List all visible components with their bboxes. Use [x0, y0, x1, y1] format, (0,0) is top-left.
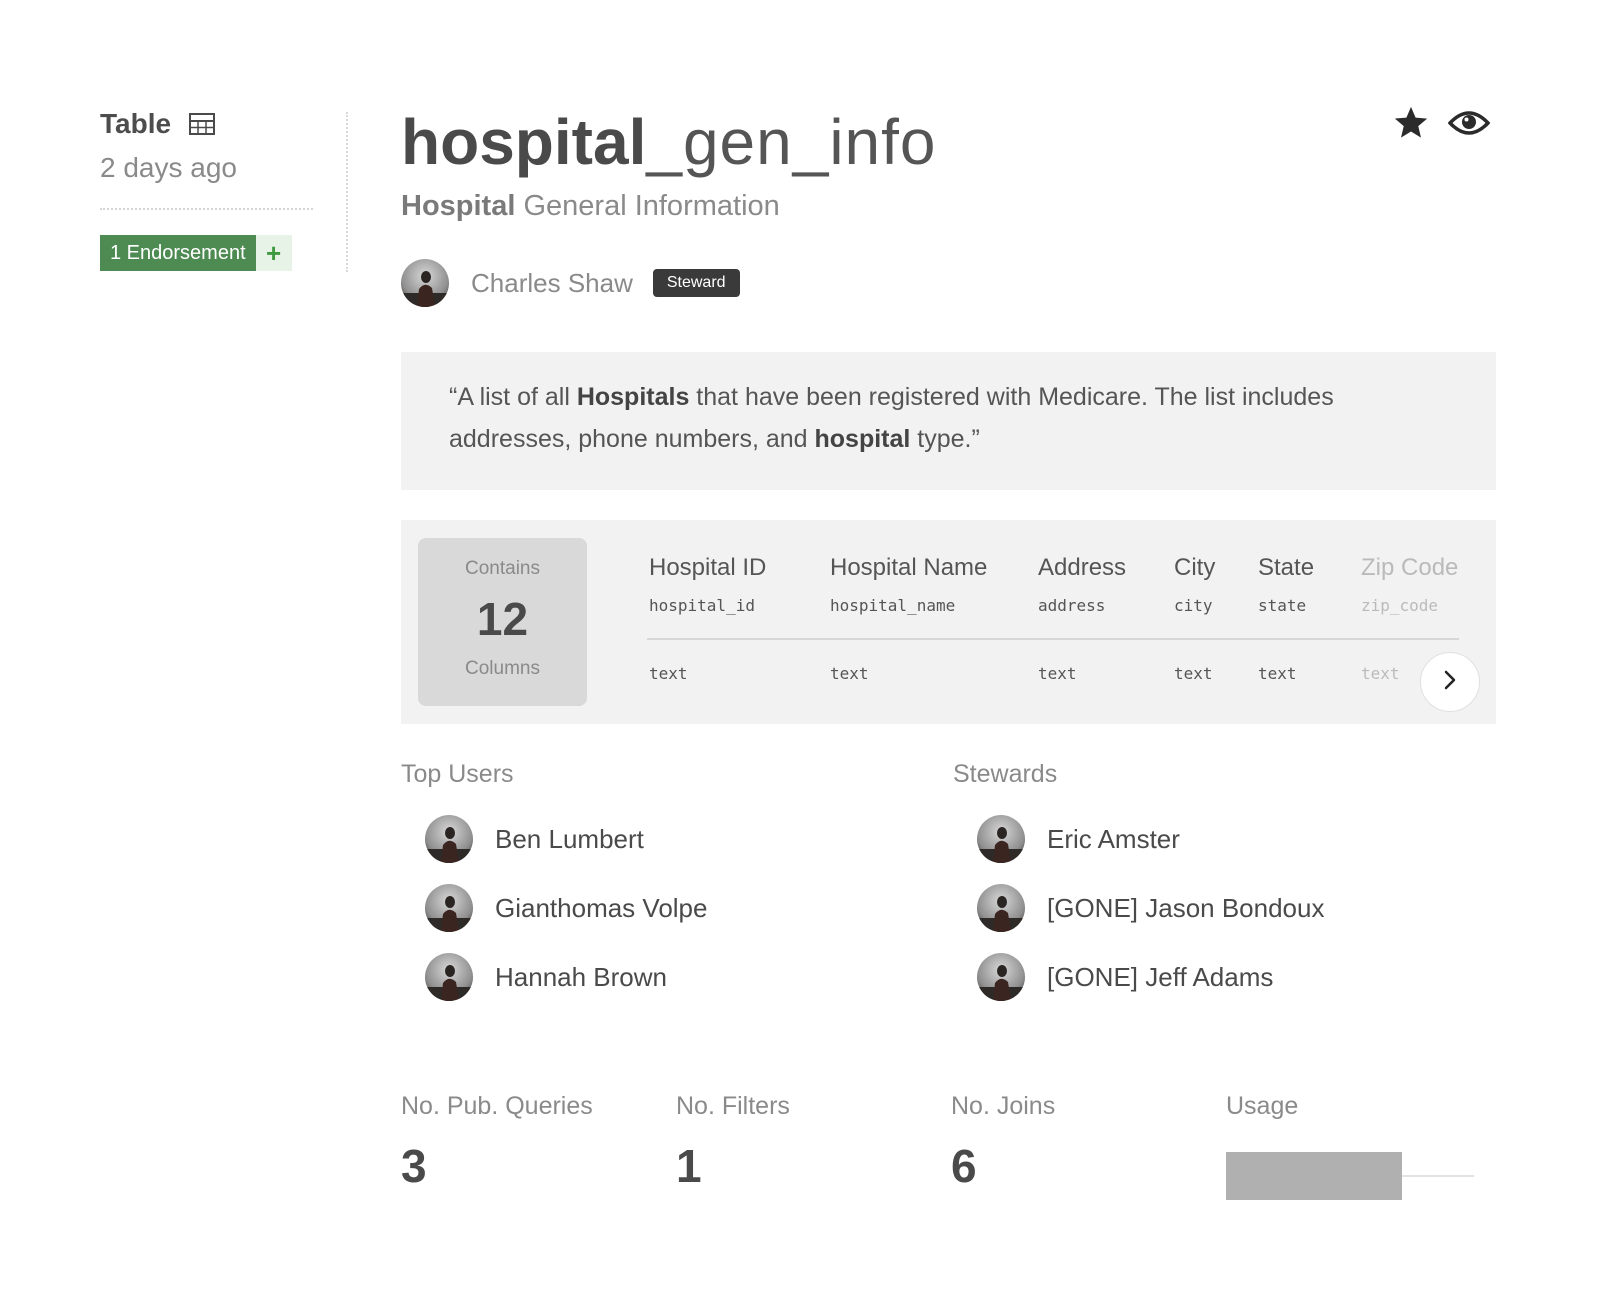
- column-type: text: [1038, 664, 1077, 683]
- stat-joins: No. Joins 6: [951, 1092, 1055, 1193]
- avatar[interactable]: [401, 259, 449, 307]
- column-city[interactable]: City city: [1174, 554, 1215, 615]
- top-users-title: Top Users: [401, 760, 514, 788]
- columns-panel: Contains 12 Columns Hospital ID hospital…: [401, 520, 1496, 724]
- column-name: Zip Code: [1361, 554, 1459, 581]
- stat-label: Usage: [1226, 1092, 1299, 1120]
- count-top-label: Contains: [465, 558, 540, 579]
- column-name: Address: [1038, 554, 1127, 581]
- column-zip-code[interactable]: Zip Code zip_code: [1361, 554, 1458, 615]
- column-address[interactable]: Address address: [1038, 554, 1126, 615]
- person-name: [GONE] Jason Bondoux: [1047, 892, 1325, 923]
- title-rest: _gen_info: [646, 106, 937, 178]
- list-item[interactable]: [GONE] Jason Bondoux: [977, 884, 1324, 932]
- avatar: [425, 953, 473, 1001]
- column-name: Hospital ID: [649, 554, 767, 581]
- column-hospital-name[interactable]: Hospital Name hospital_name: [830, 554, 987, 615]
- page-subtitle: Hospital General Information: [401, 190, 780, 223]
- asset-type-label: Table: [100, 108, 172, 139]
- column-type: text: [1361, 664, 1400, 683]
- steward-badge: Steward: [652, 269, 740, 297]
- avatar: [425, 884, 473, 932]
- subtitle-rest: General Information: [515, 190, 780, 222]
- stewards-section: Stewards Eric Amster [GONE] Jason Bondou…: [953, 760, 1324, 1001]
- sidebar-divider: [100, 208, 313, 210]
- column-separator: [647, 638, 1459, 640]
- avatar: [977, 953, 1025, 1001]
- column-count-card[interactable]: Contains 12 Columns: [418, 538, 587, 706]
- column-field: hospital_id: [649, 596, 755, 615]
- person-name: Eric Amster: [1047, 823, 1180, 854]
- subtitle-strong: Hospital: [401, 190, 516, 222]
- column-field: hospital_name: [830, 596, 956, 615]
- list-item[interactable]: Eric Amster: [977, 815, 1324, 863]
- column-type: text: [649, 664, 688, 683]
- avatar: [977, 815, 1025, 863]
- description-block: “A list of all Hospitals that have been …: [401, 352, 1496, 490]
- top-users-section: Top Users Ben Lumbert Gianthomas Volpe H…: [401, 760, 707, 1001]
- list-item[interactable]: Gianthomas Volpe: [425, 884, 707, 932]
- eye-icon[interactable]: [1448, 107, 1490, 139]
- avatar: [977, 884, 1025, 932]
- avatar: [425, 815, 473, 863]
- column-field: state: [1258, 596, 1307, 615]
- count-bottom-label: Columns: [465, 658, 540, 679]
- list-item[interactable]: Ben Lumbert: [425, 815, 707, 863]
- add-endorsement-button[interactable]: +: [255, 235, 292, 271]
- table-grid-icon: [189, 113, 216, 135]
- column-state[interactable]: State state: [1258, 554, 1314, 615]
- list-item[interactable]: Hannah Brown: [425, 953, 707, 1001]
- title-strong: hospital: [401, 106, 647, 178]
- last-modified: 2 days ago: [100, 152, 237, 183]
- column-field: zip_code: [1361, 596, 1439, 615]
- page-title: hospital_gen_info: [401, 104, 937, 180]
- star-icon[interactable]: [1392, 104, 1430, 142]
- desc-bold-2: hospital: [814, 425, 911, 453]
- asset-type-row: Table: [100, 104, 313, 144]
- sidebar: Table 2 days ago 1 Endorsement +: [100, 104, 313, 271]
- endorsement-count-button[interactable]: 1 Endorsement: [100, 235, 256, 271]
- stat-usage: Usage: [1226, 1092, 1474, 1212]
- column-name: Hospital Name: [830, 554, 988, 581]
- column-field: city: [1174, 596, 1213, 615]
- stat-label: No. Pub. Queries: [401, 1092, 593, 1120]
- stat-label: No. Joins: [951, 1092, 1056, 1120]
- header-actions: [1392, 104, 1490, 142]
- column-type: text: [830, 664, 869, 683]
- column-type: text: [1258, 664, 1297, 683]
- owner-name[interactable]: Charles Shaw: [471, 268, 633, 299]
- column-hospital-id[interactable]: Hospital ID hospital_id: [649, 554, 766, 615]
- stat-value: 6: [951, 1140, 977, 1192]
- column-type: text: [1174, 664, 1213, 683]
- sidebar-vertical-divider: [346, 112, 348, 272]
- stat-value: 3: [401, 1140, 427, 1192]
- column-name: State: [1258, 554, 1315, 581]
- person-name: Hannah Brown: [495, 961, 667, 992]
- desc-text-3: type.”: [910, 425, 980, 453]
- person-name: Gianthomas Volpe: [495, 892, 708, 923]
- usage-bar-fill: [1226, 1152, 1403, 1200]
- stat-filters: No. Filters 1: [676, 1092, 790, 1193]
- list-item[interactable]: [GONE] Jeff Adams: [977, 953, 1324, 1001]
- stewards-title: Stewards: [953, 760, 1058, 788]
- stat-label: No. Filters: [676, 1092, 790, 1120]
- person-name: [GONE] Jeff Adams: [1047, 961, 1274, 992]
- usage-bar: [1226, 1152, 1474, 1200]
- column-count: 12: [476, 593, 529, 645]
- column-field: address: [1038, 596, 1106, 615]
- stat-value: 1: [676, 1140, 702, 1192]
- person-name: Ben Lumbert: [495, 823, 644, 854]
- endorsement-control: 1 Endorsement +: [100, 235, 313, 271]
- desc-text-1: “A list of all: [449, 383, 577, 411]
- stat-pub-queries: No. Pub. Queries 3: [401, 1092, 593, 1193]
- desc-bold-1: Hospitals: [576, 383, 690, 411]
- owner-row: Charles Shaw Steward: [401, 259, 740, 307]
- column-name: City: [1174, 554, 1216, 581]
- next-columns-button[interactable]: [1420, 652, 1480, 712]
- chevron-right-icon: [1441, 669, 1459, 696]
